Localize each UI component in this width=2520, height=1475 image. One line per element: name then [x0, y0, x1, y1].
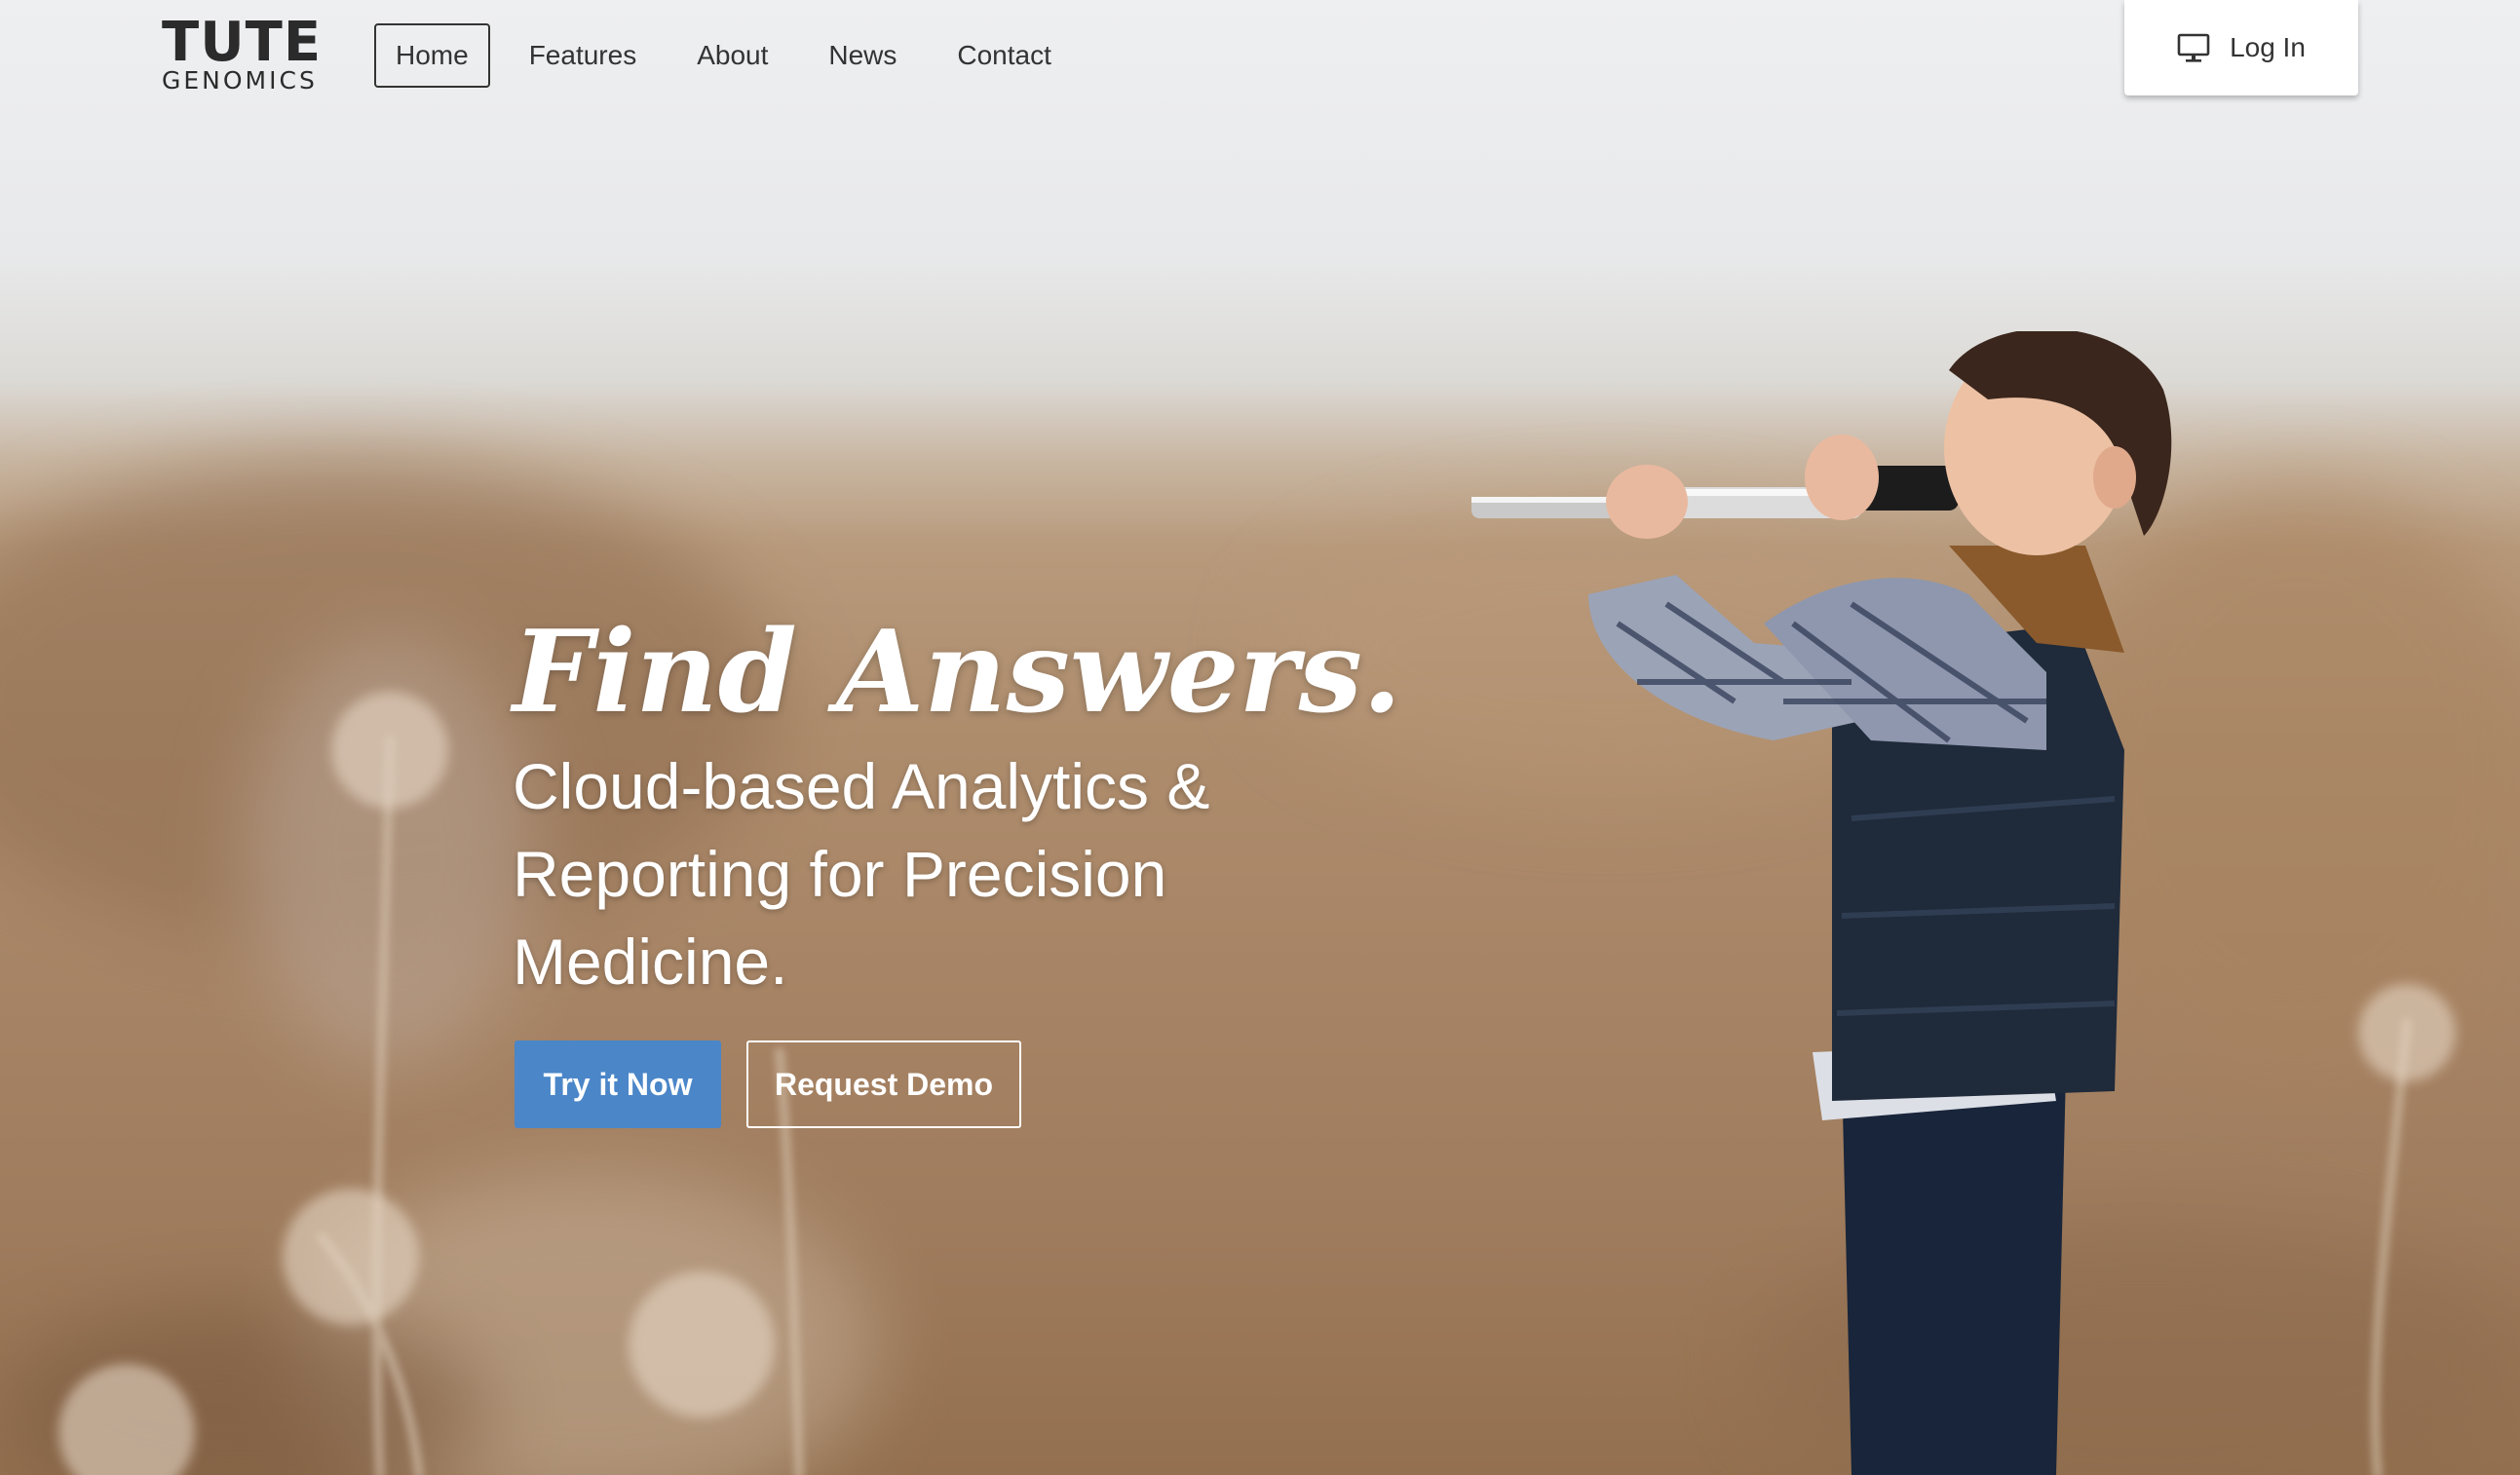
- monitor-icon: [2177, 33, 2210, 62]
- logo-subtitle: GENOMICS: [162, 66, 318, 95]
- nav-home[interactable]: Home: [374, 23, 490, 88]
- logo[interactable]: TUTE GENOMICS: [162, 11, 323, 97]
- nav-features[interactable]: Features: [508, 23, 659, 88]
- nav-news[interactable]: News: [807, 23, 918, 88]
- try-it-now-button[interactable]: Try it Now: [515, 1040, 721, 1128]
- nav-about[interactable]: About: [675, 23, 789, 88]
- request-demo-button[interactable]: Request Demo: [746, 1040, 1021, 1128]
- hero-headline: Find Answers.: [513, 606, 1402, 738]
- main-nav: Home Features About News Contact: [374, 23, 1090, 88]
- login-button[interactable]: Log In: [2124, 0, 2358, 95]
- logo-wordmark: TUTE: [162, 11, 323, 74]
- nav-contact[interactable]: Contact: [935, 23, 1073, 88]
- boy-with-telescope-image: [1471, 331, 2172, 1475]
- login-label: Log In: [2230, 32, 2306, 62]
- hero-subheading: Cloud-based Analytics & Reporting for Pr…: [513, 750, 1210, 998]
